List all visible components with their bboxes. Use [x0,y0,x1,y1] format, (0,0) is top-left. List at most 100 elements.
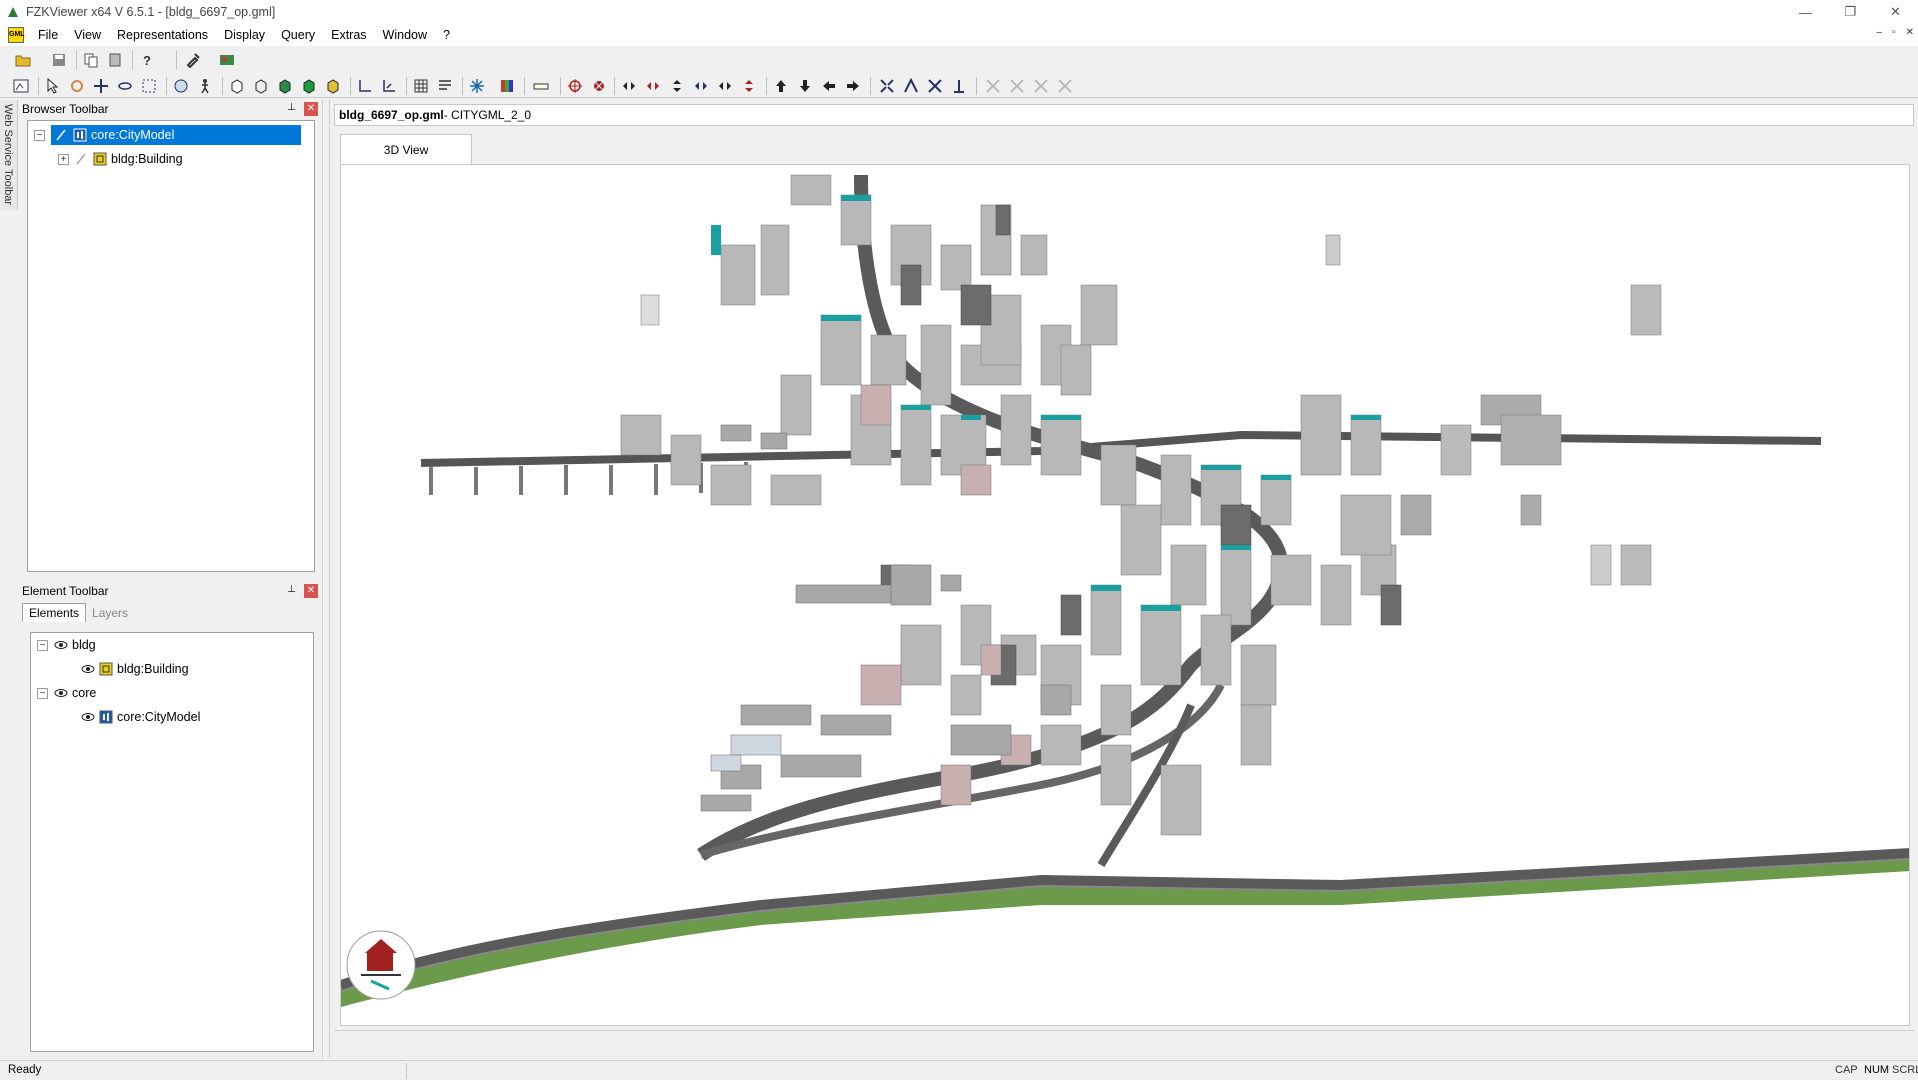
collapse-icon[interactable]: − [37,639,48,651]
move-up-icon[interactable] [772,77,790,95]
table-icon[interactable] [436,77,454,95]
scrl-indicator: SCRL [1892,1064,1918,1076]
cube-front-icon[interactable] [228,77,246,95]
cube-shaded-icon[interactable] [324,77,342,95]
open-folder-icon[interactable] [14,51,32,69]
copy-icon[interactable] [82,51,100,69]
view-window-icon[interactable] [12,77,30,95]
cube-top-icon[interactable] [276,77,294,95]
menu-view[interactable]: View [66,28,109,42]
save-icon[interactable] [50,51,68,69]
minimize-button[interactable]: — [1783,0,1828,24]
map-icon[interactable] [218,51,236,69]
zoom-fit-icon[interactable] [878,77,896,95]
tree-item-bldg[interactable]: − bldg [37,635,96,655]
help-icon[interactable]: ? [138,51,156,69]
color-palette-icon[interactable] [498,77,516,95]
pin-icon[interactable]: ⊥ [287,584,296,595]
tree-item-core-citymodel-label: core:CityModel [117,710,201,724]
maximize-button[interactable]: ❐ [1828,0,1873,24]
eye-icon[interactable] [54,686,68,700]
target-icon[interactable] [566,77,584,95]
element-panel-tabs: Elements Layers [22,602,322,622]
nav-arrow-6-icon[interactable] [740,77,758,95]
move-left-icon[interactable] [820,77,838,95]
axis-alt-icon[interactable] [380,77,398,95]
tree-item-building[interactable]: + bldg:Building [58,149,183,169]
tab-layers[interactable]: Layers [86,604,134,622]
document-icon[interactable]: GML [8,27,25,43]
document-filename: bldg_6697_op.gml [339,108,444,122]
view-tabs: 3D View [334,134,1914,164]
tree-item-core-label: core [72,686,97,700]
nav-arrow-3-icon[interactable] [668,77,686,95]
snowflake-icon[interactable] [468,77,486,95]
building-icon [99,662,113,676]
close-icon[interactable]: ✕ [304,102,318,116]
grid-icon[interactable] [412,77,430,95]
person-icon[interactable] [196,77,214,95]
menu-help[interactable]: ? [435,28,458,42]
eye-icon[interactable] [81,662,95,676]
browser-toolbar-header: Browser Toolbar ⊥ ✕ [22,100,322,118]
zoom-extent-icon[interactable] [950,77,968,95]
tree-item-core[interactable]: − core [37,683,96,703]
pin-icon[interactable]: ⊥ [287,102,296,113]
menu-window[interactable]: Window [375,28,435,42]
standard-toolbar: ? [0,48,1918,72]
target-off-icon[interactable] [590,77,608,95]
disabled-tool-3-icon [1032,77,1050,95]
eye-icon[interactable] [54,638,68,652]
mdi-minimize-button[interactable]: – [1877,27,1883,38]
web-service-toolbar-tab[interactable]: Web Service Toolbar [0,100,18,210]
menu-display[interactable]: Display [216,28,273,42]
nav-arrow-1-icon[interactable] [620,77,638,95]
menu-query[interactable]: Query [273,28,323,42]
tree-item-bldg-building[interactable]: bldg:Building [81,659,189,679]
axis-icon[interactable] [356,77,374,95]
mdi-close-button[interactable]: ✕ [1906,27,1914,38]
eye-icon[interactable] [81,710,95,724]
orbit-icon[interactable] [116,77,134,95]
element-tree: − bldg bldg:Building − core core:CityMod… [30,632,314,1052]
nav-arrow-4-icon[interactable] [692,77,710,95]
tree-item-bldg-building-label: bldg:Building [117,662,189,676]
move-right-icon[interactable] [844,77,862,95]
city-model-render [341,174,1909,1007]
move-down-icon[interactable] [796,77,814,95]
menu-representations[interactable]: Representations [109,28,216,42]
paste-icon[interactable] [106,51,124,69]
nav-arrow-5-icon[interactable] [716,77,734,95]
zoom-out-icon[interactable] [926,77,944,95]
mdi-restore-button[interactable]: ▫ [1892,27,1896,38]
document-format: - CITYGML_2_0 [443,108,532,122]
cube-side-icon[interactable] [252,77,270,95]
measure-icon[interactable] [532,77,550,95]
tree-item-core-citymodel[interactable]: core:CityModel [81,707,200,727]
rotate-icon[interactable] [68,77,86,95]
menu-file[interactable]: File [30,28,66,42]
expand-icon[interactable]: + [58,153,69,165]
settings-tool-icon[interactable] [184,51,202,69]
tree-item-citymodel[interactable]: − core:CityModel [34,125,301,145]
nav-arrow-2-icon[interactable] [644,77,662,95]
collapse-icon[interactable]: − [37,687,48,699]
tab-3d-view[interactable]: 3D View [340,134,472,164]
pan-icon[interactable] [92,77,110,95]
navigation-compass[interactable] [346,930,416,1000]
zoom-region-icon[interactable] [140,77,158,95]
close-window-button[interactable]: ✕ [1873,0,1918,24]
cube-iso-icon[interactable] [300,77,318,95]
tab-elements[interactable]: Elements [22,603,87,622]
collapse-icon[interactable]: − [34,129,45,141]
menu-extras[interactable]: Extras [323,28,374,42]
select-cursor-icon[interactable] [44,77,62,95]
3d-viewport[interactable] [340,164,1910,1026]
zoom-in-icon[interactable] [902,77,920,95]
status-text: Ready [8,1064,42,1076]
walk-mode-icon[interactable] [172,77,190,95]
close-icon[interactable]: ✕ [304,584,318,598]
app-logo-icon [8,7,18,17]
tree-item-bldg-label: bldg [72,638,96,652]
panel-splitter[interactable] [322,100,330,1058]
